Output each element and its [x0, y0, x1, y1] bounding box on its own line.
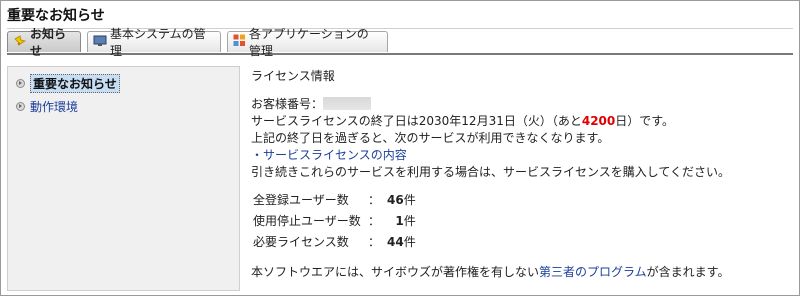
tab-basic-system[interactable]: 基本システムの管理: [87, 27, 221, 58]
tab-applications[interactable]: 各アプリケーションの管理: [227, 27, 388, 58]
tab-bar: お知らせ 基本システムの管理 各アプリケーションの管理: [7, 27, 793, 58]
tab-label: 基本システムの管理: [110, 27, 206, 58]
table-row: 使用停止ユーザー数 ： 1 件: [253, 210, 416, 231]
sidebar-item-operating-environment[interactable]: 動作環境: [16, 98, 78, 115]
bell-icon: [13, 34, 27, 51]
service-license-link[interactable]: ・サービスライセンスの内容: [251, 148, 407, 162]
expiry-suffix: 日）です。: [615, 114, 675, 128]
stat-label: 全登録ユーザー数: [253, 193, 349, 207]
license-expiry-text: サービスライセンスの終了日は2030年12月31日（火）（あと4200日）です。: [251, 112, 674, 129]
third-party-notice: 本ソフトウエアには、サイボウズが著作権を有しない第三者のプログラムが含まれます。: [251, 263, 729, 280]
third-party-prefix: 本ソフトウエアには、サイボウズが著作権を有しない: [251, 265, 540, 279]
stat-value: 46: [387, 192, 404, 207]
sidebar-item-label: 重要なお知らせ: [30, 74, 120, 93]
stat-colon: ：: [367, 214, 380, 228]
expiry-prefix: サービスライセンスの終了日は2030年12月31日（火）（あと: [251, 114, 582, 128]
license-heading: ライセンス情報: [251, 69, 335, 83]
sidebar: 重要なお知らせ 動作環境: [7, 66, 240, 291]
stat-label: 必要ライセンス数: [253, 235, 349, 249]
stat-label: 使用停止ユーザー数: [253, 214, 361, 228]
arrow-bullet-icon: [16, 102, 25, 111]
purchase-note-text: 引き続きこれらのサービスを利用する場合は、サービスライセンスを購入してください。: [251, 165, 731, 179]
customer-number-masked: [323, 97, 372, 110]
stat-colon: ：: [367, 193, 380, 207]
expiry-warning-text: 上記の終了日を過ぎると、次のサービスが利用できなくなります。: [251, 131, 610, 145]
user-stats-table: 全登録ユーザー数 ： 46 件 使用停止ユーザー数 ： 1 件 必要ライセンス数…: [253, 189, 416, 252]
tab-notices[interactable]: お知らせ: [7, 27, 81, 58]
page-title: 重要なお知らせ: [7, 8, 105, 24]
stat-value: 44: [387, 234, 404, 249]
sidebar-item-important-notices[interactable]: 重要なお知らせ: [16, 74, 120, 93]
stat-value: 1: [395, 213, 404, 228]
service-license-link-row: ・サービスライセンスの内容: [251, 146, 407, 163]
third-party-suffix: が含まれます。: [646, 265, 730, 279]
tab-label: 各アプリケーションの管理: [249, 27, 369, 58]
arrow-bullet-icon: [16, 79, 25, 88]
customer-number-row: お客様番号：: [251, 95, 372, 112]
table-row: 全登録ユーザー数 ： 46 件: [253, 189, 416, 210]
stat-unit: 件: [403, 235, 416, 249]
days-left-value: 4200: [581, 114, 616, 128]
customer-number-label: お客様番号：: [251, 97, 324, 111]
monitor-icon: [93, 35, 107, 50]
tab-label: お知らせ: [30, 27, 67, 58]
stat-unit: 件: [403, 193, 416, 207]
third-party-programs-link[interactable]: 第三者のプログラム: [539, 265, 647, 279]
stat-unit: 件: [403, 214, 416, 228]
apps-grid-icon: [233, 34, 246, 50]
stat-colon: ：: [367, 235, 380, 249]
sidebar-item-label: 動作環境: [30, 100, 79, 114]
table-row: 必要ライセンス数 ： 44 件: [253, 231, 416, 252]
